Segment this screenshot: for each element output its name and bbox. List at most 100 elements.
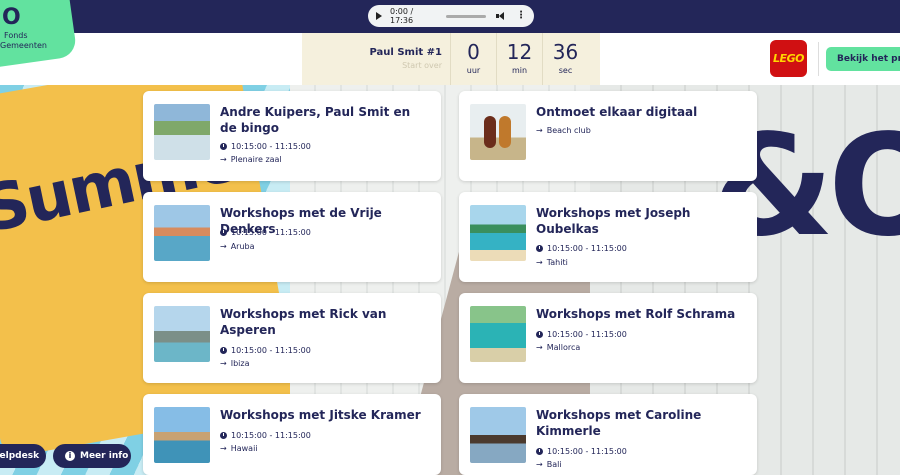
session-card[interactable]: Workshops met Jitske Kramer 10:15:00 - 1… — [143, 394, 441, 475]
play-icon[interactable] — [376, 12, 382, 20]
session-thumbnail — [154, 306, 210, 362]
session-time: 10:15:00 - 11:15:00 — [220, 346, 311, 355]
session-location: → Beach club — [536, 126, 591, 135]
clock-icon — [536, 245, 543, 252]
countdown-unit-label: min — [511, 66, 528, 75]
helpdesk-label: Helpdesk — [0, 451, 40, 461]
session-time-text: 10:15:00 - 11:15:00 — [547, 447, 627, 456]
session-card[interactable]: Workshops met Caroline Kimmerle 10:15:00… — [459, 394, 757, 475]
session-location: → Plenaire zaal — [220, 155, 282, 164]
helpdesk-button[interactable]: Helpdesk — [0, 444, 46, 468]
countdown-value: 12 — [506, 40, 533, 64]
session-time: 10:15:00 - 11:15:00 — [536, 244, 627, 253]
arrow-right-icon: → — [536, 343, 543, 352]
clock-icon — [220, 229, 227, 236]
session-thumbnail — [154, 407, 210, 463]
countdown-unit-label: sec — [558, 66, 573, 75]
lego-logo[interactable]: LEGO — [770, 40, 807, 77]
session-card[interactable]: Workshops met Rick van Asperen 10:15:00 … — [143, 293, 441, 383]
logo-line-2: Gemeenten — [0, 41, 47, 50]
session-title: Ontmoet elkaar digitaal — [536, 105, 698, 119]
countdown-minutes: 12 min — [496, 33, 542, 85]
countdown-value: 0 — [467, 40, 480, 64]
info-icon: i — [65, 451, 75, 461]
session-time: 10:15:00 - 11:15:00 — [220, 431, 311, 440]
arrow-right-icon: → — [220, 242, 227, 251]
session-time-text: 10:15:00 - 11:15:00 — [231, 142, 311, 151]
session-location-text: Bali — [546, 460, 562, 469]
session-time-text: 10:15:00 - 11:15:00 — [231, 228, 311, 237]
clock-icon — [536, 331, 543, 338]
session-card[interactable]: Ontmoet elkaar digitaal → Beach club — [459, 91, 757, 181]
session-location-text: Plenaire zaal — [230, 155, 282, 164]
session-thumbnail — [470, 306, 526, 362]
arrow-right-icon: → — [536, 460, 543, 469]
session-time: 10:15:00 - 11:15:00 — [536, 330, 627, 339]
session-location: → Bali — [536, 460, 562, 469]
more-info-label: Meer info — [80, 451, 129, 461]
clock-icon — [220, 432, 227, 439]
clock-icon — [220, 347, 227, 354]
view-program-button[interactable]: Bekijk het programma — [826, 47, 900, 71]
session-title: Andre Kuipers, Paul Smit en de bingo — [220, 105, 411, 135]
countdown-label: Paul Smit #1 Start over — [302, 33, 450, 85]
session-time: 10:15:00 - 11:15:00 — [536, 447, 627, 456]
lego-logo-text: LEGO — [773, 52, 804, 65]
arrow-right-icon: → — [220, 155, 227, 164]
countdown-seconds: 36 sec — [542, 33, 588, 85]
session-time-text: 10:15:00 - 11:15:00 — [231, 346, 311, 355]
more-options-icon[interactable]: ⋮ — [516, 11, 526, 21]
audio-player[interactable]: 0:00 / 17:36 ⋮ — [368, 5, 534, 27]
countdown-subtitle: Start over — [402, 61, 442, 70]
clock-icon — [220, 143, 227, 150]
arrow-right-icon: → — [220, 359, 227, 368]
session-thumbnail — [470, 407, 526, 463]
session-location: → Ibiza — [220, 359, 249, 368]
session-card[interactable]: Workshops met Rolf Schrama 10:15:00 - 11… — [459, 293, 757, 383]
top-bar: 0:00 / 17:36 ⋮ — [0, 0, 900, 33]
countdown-title: Paul Smit #1 — [369, 47, 443, 58]
audio-progress-bar[interactable] — [446, 14, 487, 18]
session-title: Workshops met Joseph Oubelkas — [536, 206, 691, 236]
session-thumbnail — [154, 205, 210, 261]
clock-icon — [536, 448, 543, 455]
session-location: → Mallorca — [536, 343, 580, 352]
session-location-text: Beach club — [546, 126, 591, 135]
countdown-hours: 0 uur — [450, 33, 496, 85]
session-time-text: 10:15:00 - 11:15:00 — [547, 244, 627, 253]
session-location: → Aruba — [220, 242, 255, 251]
session-thumbnail — [154, 104, 210, 160]
header-divider — [818, 42, 819, 76]
session-location: → Tahiti — [536, 258, 568, 267]
session-time: 10:15:00 - 11:15:00 — [220, 228, 311, 237]
session-location-text: Mallorca — [546, 343, 581, 352]
arrow-right-icon: → — [536, 126, 543, 135]
session-card[interactable]: Andre Kuipers, Paul Smit en de bingo 10:… — [143, 91, 441, 181]
session-card[interactable]: Workshops met de Vrije Denkers 10:15:00 … — [143, 192, 441, 282]
session-title: Workshops met Rolf Schrama — [536, 307, 736, 321]
arrow-right-icon: → — [220, 444, 227, 453]
session-time-text: 10:15:00 - 11:15:00 — [547, 330, 627, 339]
volume-icon[interactable] — [496, 12, 506, 20]
session-location-text: Hawaii — [230, 444, 258, 453]
countdown-timer: Paul Smit #1 Start over 0 uur 12 min 36 … — [302, 33, 600, 85]
session-location-text: Tahiti — [546, 258, 568, 267]
session-thumbnail — [470, 205, 526, 261]
session-title: Workshops met Caroline Kimmerle — [536, 408, 702, 438]
background-scene: Summer School &O — [0, 85, 900, 475]
session-location-text: Aruba — [230, 242, 255, 251]
session-thumbnail — [470, 104, 526, 160]
more-info-button[interactable]: i Meer info — [53, 444, 131, 468]
logo-line-1: Fonds — [4, 31, 28, 40]
countdown-value: 36 — [552, 40, 579, 64]
session-location-text: Ibiza — [230, 359, 250, 368]
session-title: Workshops met Jitske Kramer — [220, 408, 421, 422]
session-time: 10:15:00 - 11:15:00 — [220, 142, 311, 151]
session-time-text: 10:15:00 - 11:15:00 — [231, 431, 311, 440]
session-title: Workshops met Rick van Asperen — [220, 307, 387, 337]
session-card[interactable]: Workshops met Joseph Oubelkas 10:15:00 -… — [459, 192, 757, 282]
countdown-unit-label: uur — [466, 66, 481, 75]
session-location: → Hawaii — [220, 444, 258, 453]
arrow-right-icon: → — [536, 258, 543, 267]
audio-time: 0:00 / 17:36 — [390, 7, 414, 25]
